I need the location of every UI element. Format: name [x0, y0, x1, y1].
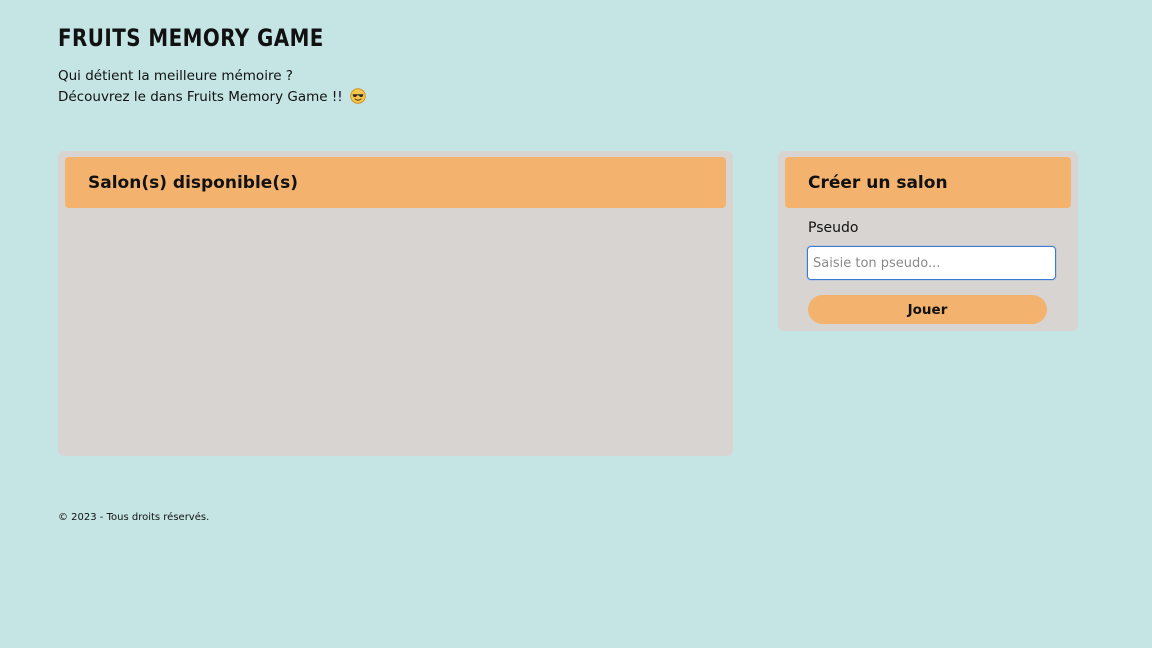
rooms-list	[65, 215, 726, 449]
tagline-question: Qui détient la meilleure mémoire ?	[58, 68, 293, 84]
pseudo-label: Pseudo	[808, 220, 859, 236]
rooms-panel-title: Salon(s) disponible(s)	[88, 172, 298, 193]
play-button[interactable]: Jouer	[808, 295, 1047, 324]
create-room-panel-header: Créer un salon	[785, 157, 1071, 208]
rooms-panel: Salon(s) disponible(s)	[58, 151, 733, 456]
create-room-panel-title: Créer un salon	[808, 172, 948, 193]
create-room-panel: Créer un salon Pseudo Jouer	[778, 151, 1078, 331]
rooms-panel-header: Salon(s) disponible(s)	[65, 157, 726, 208]
pseudo-input[interactable]	[807, 246, 1056, 280]
page: FRUITS MEMORY GAME Qui détient la meille…	[0, 0, 1152, 648]
site-title: FRUITS MEMORY GAME	[58, 24, 324, 52]
tagline: Qui détient la meilleure mémoire ? Décou…	[58, 66, 366, 108]
tagline-invite-text: Découvrez le dans Fruits Memory Game !!	[58, 89, 343, 105]
smiling-face-with-sunglasses-icon	[350, 88, 366, 104]
footer-copyright: © 2023 - Tous droits réservés.	[58, 512, 210, 523]
tagline-invite: Découvrez le dans Fruits Memory Game !!	[58, 87, 366, 108]
